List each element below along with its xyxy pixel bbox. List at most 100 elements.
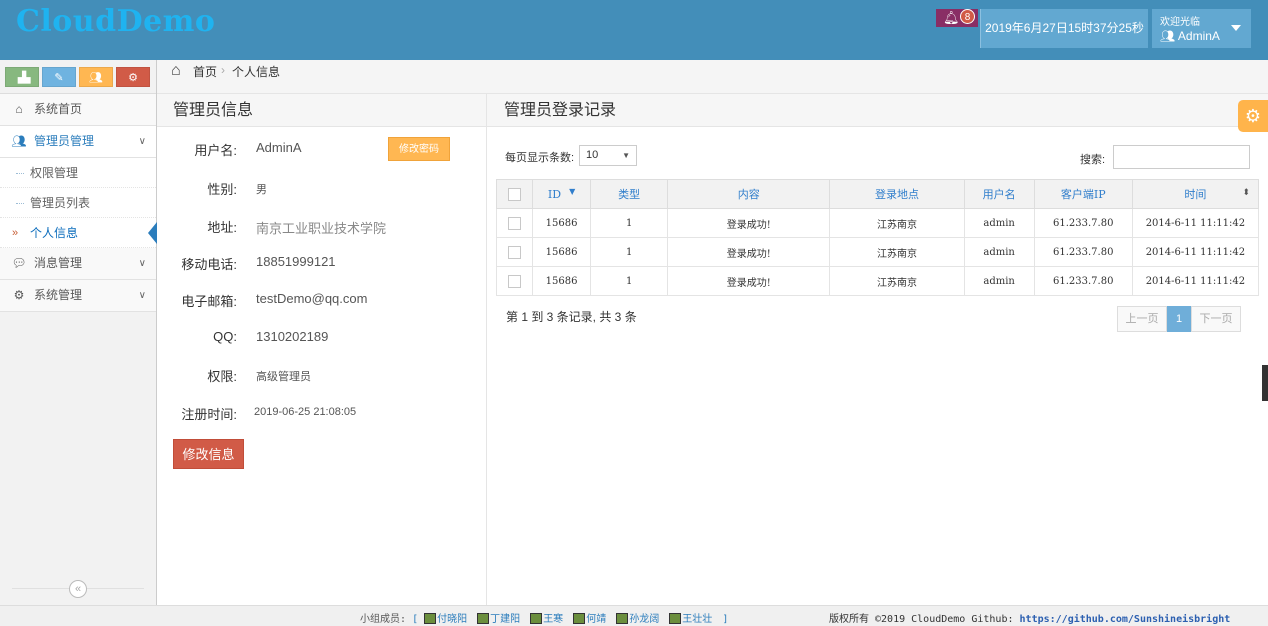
team-member[interactable]: 孙龙阔 (616, 610, 659, 625)
team-member[interactable]: 王寒 (530, 610, 563, 625)
sidebar: ▗▙ ✎ 👥︎ ⚙ ⌂ 系统首页 👥︎ 管理员管理 ∨ 权限管理 管理员列表 » 个… (0, 60, 157, 605)
cell-content: 登录成功! (667, 237, 831, 267)
member-name: 王寒 (543, 614, 564, 625)
dropdown-arrow-icon: ▼ (622, 151, 630, 160)
welcome-text: 欢迎光临 (1160, 17, 1200, 28)
team-member[interactable]: 付晓阳 (424, 610, 467, 625)
bell-icon: 🔔︎ (943, 10, 960, 25)
sidebar-collapse-button[interactable]: « (69, 580, 87, 598)
member-name: 王壮壮 (682, 614, 713, 625)
cell-type: 1 (590, 266, 669, 296)
column-header-client-ip[interactable]: 客户端IP (1033, 179, 1133, 209)
column-header-label: 用户名 (982, 188, 1016, 201)
cell-location: 江苏南京 (829, 266, 965, 296)
email-value: testDemo@qq.com (256, 291, 368, 306)
row-checkbox[interactable] (508, 245, 522, 259)
team-label: 小组成员: (360, 614, 407, 625)
column-header-content[interactable]: 内容 (667, 179, 831, 209)
breadcrumb-separator-icon: › (221, 63, 225, 77)
cell-username: admin (963, 237, 1035, 267)
table-row[interactable]: 15686 1 登录成功! 江苏南京 admin 61.233.7.80 201… (495, 208, 1260, 238)
column-header-label: 时间 (1184, 188, 1207, 201)
sidebar-item-label: 个人信息 (30, 226, 79, 240)
row-checkbox[interactable] (508, 274, 522, 288)
shortcut-edit-button[interactable]: ✎ (42, 67, 76, 87)
admin-info-panel: 管理员信息 用户名: AdminA 修改密码 性别: 男 地址: 南京工业职业技… (157, 94, 487, 605)
team-member[interactable]: 王壮壮 (669, 610, 712, 625)
cell-content: 登录成功! (667, 266, 831, 296)
table-row[interactable]: 15686 1 登录成功! 江苏南京 admin 61.233.7.80 201… (495, 237, 1260, 267)
home-icon: ⌂ (171, 62, 181, 79)
qq-label: QQ: (213, 329, 237, 344)
sidebar-shortcuts: ▗▙ ✎ 👥︎ ⚙ (0, 60, 156, 94)
cell-type: 1 (590, 237, 669, 267)
team-member[interactable]: 丁建阳 (477, 610, 520, 625)
copyright: 版权所有 ©2019 CloudDemo Github: https://git… (829, 610, 1230, 625)
admin-info-title: 管理员信息 (157, 94, 486, 127)
double-angle-left-icon: « (74, 583, 82, 595)
team-member[interactable]: 何靖 (573, 610, 606, 625)
prev-page-button[interactable]: 上一页 (1117, 306, 1167, 332)
column-header-label: ID (547, 187, 562, 201)
next-page-button[interactable]: 下一页 (1191, 306, 1241, 332)
shortcut-cogs-button[interactable]: ⚙ (116, 67, 150, 87)
sort-desc-icon: ▼ (569, 186, 576, 196)
brand-logo[interactable]: CloudDemo (16, 4, 215, 39)
address-label: 地址: (207, 220, 237, 235)
sidebar-item-label: 管理员列表 (30, 196, 91, 210)
cell-content: 登录成功! (667, 208, 831, 238)
column-header-username[interactable]: 用户名 (963, 179, 1035, 209)
double-angle-right-icon: » (12, 227, 19, 239)
select-all-checkbox[interactable] (508, 187, 522, 201)
search-label: 搜索: (1080, 154, 1106, 166)
team-open-bracket: [ (412, 614, 419, 625)
search-input[interactable] (1113, 145, 1250, 169)
sidebar-subitem-profile[interactable]: » 个人信息 (0, 218, 157, 248)
sidebar-item-label: 管理员管理 (34, 134, 95, 148)
member-avatar-icon (616, 612, 629, 624)
notification-button[interactable]: 🔔︎ 8 (936, 9, 978, 27)
settings-toggle-button[interactable]: ⚙ (1238, 100, 1268, 132)
column-header-id[interactable]: ID ▼ (532, 179, 592, 209)
breadcrumb-current: 个人信息 (232, 65, 281, 79)
sidebar-item-label: 权限管理 (30, 166, 79, 180)
page-1-button[interactable]: 1 (1167, 306, 1191, 332)
breadcrumb: ⌂ 首页 › 个人信息 (157, 60, 1268, 94)
scroll-handle[interactable] (1262, 365, 1268, 401)
gear-icon: ⚙ (1244, 106, 1262, 126)
sidebar-item-home[interactable]: ⌂ 系统首页 (0, 94, 156, 126)
signal-icon: ▗▙ (13, 72, 31, 84)
user-menu-toggle[interactable]: 欢迎光临 👥︎ AdminA (1152, 9, 1251, 48)
gender-value: 男 (256, 184, 267, 196)
member-avatar-icon (530, 612, 543, 624)
mobile-label: 移动电话: (181, 257, 237, 272)
register-time-value: 2019-06-25 21:08:05 (254, 406, 357, 418)
cell-username: admin (963, 266, 1035, 296)
column-header-type[interactable]: 类型 (590, 179, 669, 209)
change-password-button[interactable]: 修改密码 (388, 137, 450, 161)
sidebar-item-messages[interactable]: 💬︎ 消息管理 ∨ (0, 248, 156, 280)
row-checkbox[interactable] (508, 216, 522, 230)
github-link[interactable]: https://github.com/Sunshineisbright (1020, 614, 1231, 625)
column-header-time[interactable]: 时间 ⬍ (1131, 179, 1260, 209)
role-value: 高级管理员 (256, 371, 311, 383)
current-user-name: AdminA (1177, 29, 1220, 43)
column-header-location[interactable]: 登录地点 (829, 179, 965, 209)
address-value: 南京工业职业技术学院 (256, 221, 387, 236)
column-header-label: 类型 (618, 188, 641, 201)
users-icon: 👥︎ (11, 134, 27, 148)
sidebar-subitem-admin-list[interactable]: 管理员列表 (0, 188, 156, 218)
sidebar-subitem-permissions[interactable]: 权限管理 (0, 158, 156, 188)
pencil-icon: ✎ (54, 72, 64, 84)
sidebar-item-system[interactable]: ⚙ 系统管理 ∨ (0, 280, 156, 312)
member-avatar-icon (573, 612, 586, 624)
breadcrumb-home-link[interactable]: 首页 (193, 63, 217, 80)
row-select-cell (495, 208, 534, 238)
shortcut-signal-button[interactable]: ▗▙ (5, 67, 39, 87)
edit-info-button[interactable]: 修改信息 (173, 439, 244, 469)
shortcut-users-button[interactable]: 👥︎ (79, 67, 113, 87)
page-size-select[interactable]: 10 ▼ (579, 145, 637, 166)
sidebar-item-admin-management[interactable]: 👥︎ 管理员管理 ∨ (0, 126, 156, 158)
cell-location: 江苏南京 (829, 237, 965, 267)
table-row[interactable]: 15686 1 登录成功! 江苏南京 admin 61.233.7.80 201… (495, 266, 1260, 296)
